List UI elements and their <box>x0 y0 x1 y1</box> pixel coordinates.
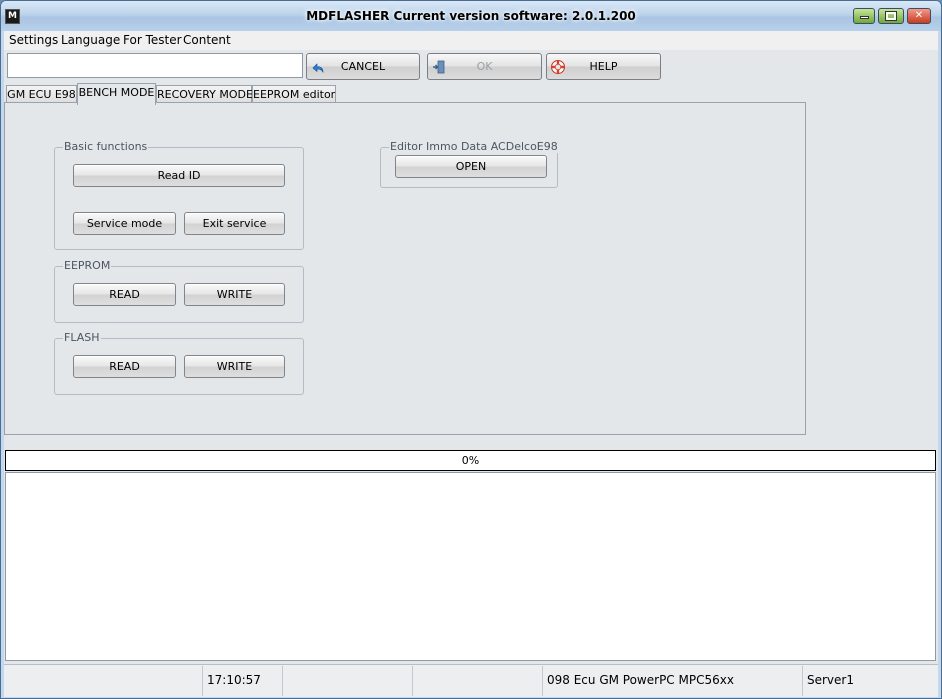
maximize-icon <box>885 11 897 21</box>
menu-language[interactable]: Language <box>59 33 122 47</box>
maximize-button[interactable] <box>878 8 904 24</box>
help-button[interactable]: HELP <box>546 53 661 80</box>
bench-mode-panel: Basic functions Read ID Service mode Exi… <box>4 102 806 435</box>
close-icon: ✕ <box>914 10 924 21</box>
menu-bar: Settings Language For Tester Content <box>4 31 938 50</box>
command-input[interactable] <box>7 53 303 78</box>
immo-editor-title: Editor Immo Data ACDelcoE98 <box>389 140 559 153</box>
app-window: M MDFLASHER Current version software: 2.… <box>0 0 942 699</box>
minimize-button[interactable] <box>853 8 875 24</box>
eeprom-read-button[interactable]: READ <box>73 283 176 306</box>
tab-bench-mode[interactable]: BENCH MODE <box>77 83 156 105</box>
client-area: Settings Language For Tester Content CAN… <box>4 31 938 697</box>
window-title: MDFLASHER Current version software: 2.0.… <box>306 9 636 23</box>
log-output[interactable] <box>5 472 936 661</box>
status-bar: 17:10:57 098 Ecu GM PowerPC MPC56xx Serv… <box>4 664 938 697</box>
flash-group: FLASH READ WRITE <box>54 331 304 395</box>
exit-service-button[interactable]: Exit service <box>184 212 285 235</box>
immo-editor-group: Editor Immo Data ACDelcoE98 OPEN <box>380 140 559 188</box>
basic-functions-group: Basic functions Read ID Service mode Exi… <box>54 140 304 250</box>
ok-button[interactable]: OK <box>427 53 542 80</box>
status-time: 17:10:57 <box>203 666 283 696</box>
status-server: Server1 <box>807 673 854 687</box>
eeprom-title: EEPROM <box>63 259 112 272</box>
status-panel-4 <box>413 666 543 696</box>
close-button[interactable]: ✕ <box>907 8 931 24</box>
flash-title: FLASH <box>63 331 101 344</box>
flash-read-button[interactable]: READ <box>73 355 176 378</box>
progress-bar: 0% <box>5 450 936 471</box>
flash-write-button[interactable]: WRITE <box>184 355 285 378</box>
help-label: HELP <box>589 60 618 73</box>
eeprom-write-button[interactable]: WRITE <box>184 283 285 306</box>
menu-settings[interactable]: Settings <box>7 33 60 47</box>
progress-text: 0% <box>461 454 480 467</box>
eeprom-group: EEPROM READ WRITE <box>54 259 304 323</box>
cancel-label: CANCEL <box>340 60 386 73</box>
basic-functions-title: Basic functions <box>63 140 149 153</box>
title-bar[interactable]: M MDFLASHER Current version software: 2.… <box>1 1 941 31</box>
status-panel-1 <box>4 666 203 696</box>
immo-open-button[interactable]: OPEN <box>395 155 547 178</box>
menu-for-tester[interactable]: For Tester <box>121 33 184 47</box>
menu-content[interactable]: Content <box>181 33 233 47</box>
ok-label: OK <box>476 60 493 73</box>
status-ecu: 098 Ecu GM PowerPC MPC56xx <box>543 666 803 696</box>
status-panel-3 <box>283 666 413 696</box>
cancel-button[interactable]: CANCEL <box>306 53 420 80</box>
service-mode-button[interactable]: Service mode <box>73 212 176 235</box>
minimize-icon <box>859 16 869 19</box>
read-id-button[interactable]: Read ID <box>73 164 285 187</box>
